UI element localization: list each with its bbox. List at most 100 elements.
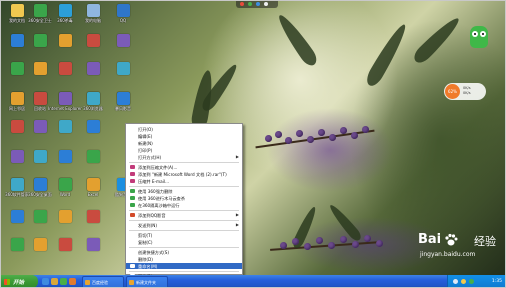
context-menu-item[interactable]: 打印(P) [126,147,242,153]
desktop-icon[interactable] [52,92,78,105]
context-menu-item[interactable]: 发送到(N) ▶ [126,222,242,228]
desktop-icon[interactable] [27,120,53,133]
wallpaper-berry [340,236,347,243]
context-menu-item[interactable]: 压缩并 E-mail... [126,178,242,184]
desktop-icon[interactable] [52,120,78,133]
desktop-app-icon [10,238,24,251]
context-menu-item[interactable]: 添加到QQ影音 ▶ [126,212,242,218]
submenu-arrow-icon: ▶ [235,222,239,227]
desktop-icon-label: Excel [87,192,99,197]
desktop-icon[interactable] [110,34,136,47]
desktop-app-icon [116,4,130,17]
desktop-icon[interactable] [27,210,53,223]
desktop-icon[interactable] [27,92,53,105]
start-button[interactable]: 开始 [0,275,38,288]
desktop-app-icon [86,62,100,75]
menu-item-label: 添加到 "新建 Microsoft Word 文档 (2).rar"(T) [138,171,227,177]
desktop-icon[interactable]: 360杀毒 [52,4,78,23]
desktop-app-icon [86,150,100,163]
desktop-icon[interactable] [52,178,78,191]
menu-item-label: 创建快捷方式(S) [138,249,170,255]
quicklaunch-media-icon[interactable] [69,278,76,285]
desktop-icon[interactable] [80,238,106,251]
toolbar-dot-icon[interactable] [256,2,260,6]
desktop[interactable]: 我的文档 360安全卫士 360杀毒 我的电脑 QQ 网上邻居 回收站 Internet Ex… [0,0,506,288]
watermark-brand: Bai [418,232,442,247]
desktop-app-icon [86,210,100,223]
desktop-icon-label: 回收站 [34,106,46,111]
menu-item-label: 剪切(T) [138,232,153,238]
desktop-icon[interactable] [80,120,106,133]
toolbar-dot-icon[interactable] [240,2,244,6]
owl-mascot-icon[interactable] [470,26,488,48]
wallpaper-berry [265,135,272,142]
context-menu-item[interactable]: 复制(C) [126,239,242,245]
desktop-icon[interactable] [52,238,78,251]
taskbar-button[interactable]: 百度经验 [82,276,124,288]
desktop-icon[interactable] [27,62,53,75]
desktop-icon[interactable] [80,92,106,105]
desktop-icon[interactable] [110,92,136,105]
desktop-icon[interactable] [27,178,53,191]
desktop-app-icon [86,178,100,191]
top-floating-toolbar[interactable] [236,0,278,8]
desktop-icon[interactable] [27,238,53,251]
toolbar-dot-icon[interactable] [264,2,268,6]
tray-volume-icon[interactable] [461,279,466,284]
desktop-app-icon [33,34,47,47]
start-label: 开始 [13,279,25,286]
menu-item-label: 新建(N) [138,140,153,146]
desktop-app-icon [10,34,24,47]
context-menu-item[interactable]: 重命名(M) [126,263,242,269]
desktop-icon[interactable] [27,150,53,163]
wallpaper-leaf [274,11,320,69]
context-menu-item[interactable]: 新建(N) [126,140,242,146]
desktop-icon[interactable] [80,178,106,191]
tray-network-icon[interactable] [453,279,458,284]
desktop-icon[interactable] [27,34,53,47]
desktop-icon[interactable] [52,210,78,223]
desktop-icon[interactable] [80,210,106,223]
context-menu-item[interactable]: 在360隔离沙箱中运行 [126,202,242,208]
toolbar-dot-icon[interactable] [248,2,252,6]
context-menu-item[interactable]: 剪切(T) [126,232,242,238]
wallpaper-berry [352,241,359,248]
desktop-icon[interactable]: 360安全卫士 [27,4,53,23]
taskbar-button[interactable]: 新建文件夹 [126,276,168,288]
desktop-icon[interactable] [80,34,106,47]
submenu-arrow-icon: ▶ [235,212,239,217]
menu-item-label: 使用 360进行木马云查杀 [138,195,186,201]
desktop-icon[interactable] [80,62,106,75]
context-menu-item[interactable]: 删除(D) [126,256,242,262]
context-menu-item[interactable]: 创建快捷方式(S) [126,249,242,255]
context-menu-item[interactable]: 添加到压缩文件(A)... [126,164,242,170]
accelerator-percent[interactable]: 62% [445,84,460,99]
desktop-icon[interactable] [110,62,136,75]
network-accelerator-widget[interactable]: 62% 0K/s 0K/s [444,83,486,100]
context-menu-item[interactable]: 编辑(E) [126,133,242,139]
folder-icon [129,280,134,285]
quicklaunch-ie-icon[interactable] [42,278,49,285]
context-menu-item[interactable]: 使用 360进行木马云查杀 [126,195,242,201]
wallpaper-berry [329,134,336,141]
context-menu-item[interactable]: 打开方式(H) ▶ [126,154,242,160]
context-menu-item[interactable]: 添加到 "新建 Microsoft Word 文档 (2).rar"(T) [126,171,242,177]
desktop-icon[interactable] [52,34,78,47]
desktop-icon[interactable] [52,150,78,163]
desktop-icon[interactable]: QQ [110,4,136,23]
context-menu-item[interactable]: 打开(O) [126,126,242,132]
context-menu-item[interactable]: 使用 360强力删除 [126,188,242,194]
menu-item-label: 复制(C) [138,239,153,245]
desktop-icon-label: QQ [119,18,127,23]
desktop-icon[interactable]: 我的电脑 [80,4,106,23]
tray-360-icon[interactable] [469,279,474,284]
watermark-url: jingyan.baidu.com [420,251,476,258]
context-menu[interactable]: 打开(O) 编辑(E) 新建(N) 打印(P) 打开方式(H) ▶ 添加到压缩文件(A)..… [125,123,243,279]
desktop-icon[interactable] [52,62,78,75]
quicklaunch-desktop-icon[interactable] [51,278,58,285]
desktop-icon[interactable] [80,150,106,163]
wallpaper-berry [362,126,369,133]
menu-item-label: 删除(D) [138,256,153,262]
clock[interactable]: 1:35 [492,279,502,284]
quicklaunch-360-icon[interactable] [60,278,67,285]
